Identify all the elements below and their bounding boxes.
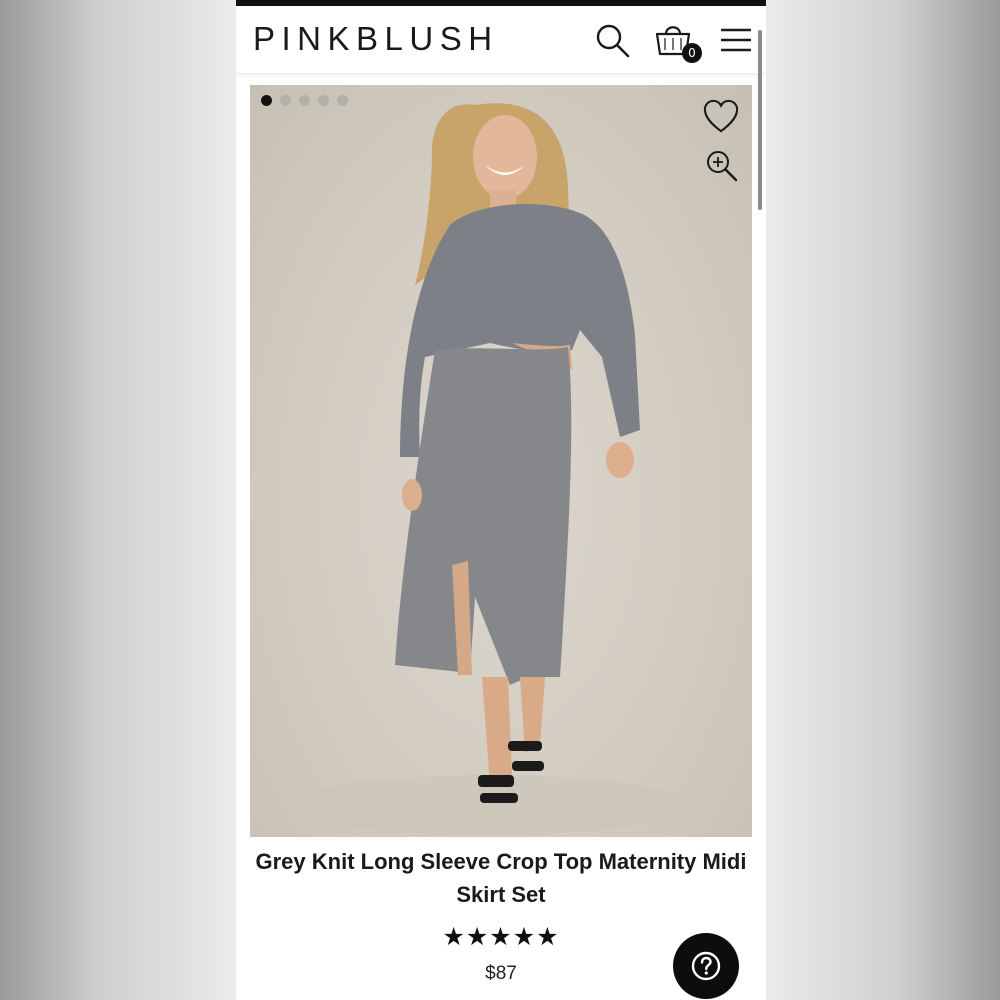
zoom-in-icon[interactable] xyxy=(705,149,739,183)
gallery-pagination xyxy=(261,95,348,106)
gallery-dot-active[interactable] xyxy=(261,95,272,106)
product-photo xyxy=(290,103,690,835)
product-image-gallery[interactable] xyxy=(250,85,752,837)
help-button[interactable] xyxy=(673,933,739,999)
scrollbar[interactable] xyxy=(758,30,762,210)
site-header: PINKBLUSH 0 xyxy=(236,6,766,74)
brand-logo[interactable]: PINKBLUSH xyxy=(253,20,499,58)
phone-screen: PINKBLUSH 0 Grey Knit Long Sleeve Crop T… xyxy=(236,0,766,1000)
gallery-dot[interactable] xyxy=(318,95,329,106)
cart-count-badge: 0 xyxy=(682,43,702,63)
hamburger-menu-icon[interactable] xyxy=(717,20,757,60)
gallery-dot[interactable] xyxy=(299,95,310,106)
product-title: Grey Knit Long Sleeve Crop Top Maternity… xyxy=(255,849,747,907)
heart-icon[interactable] xyxy=(702,99,740,135)
gallery-dot[interactable] xyxy=(337,95,348,106)
help-question-icon xyxy=(691,951,721,981)
gallery-dot[interactable] xyxy=(280,95,291,106)
search-icon[interactable] xyxy=(593,20,633,60)
